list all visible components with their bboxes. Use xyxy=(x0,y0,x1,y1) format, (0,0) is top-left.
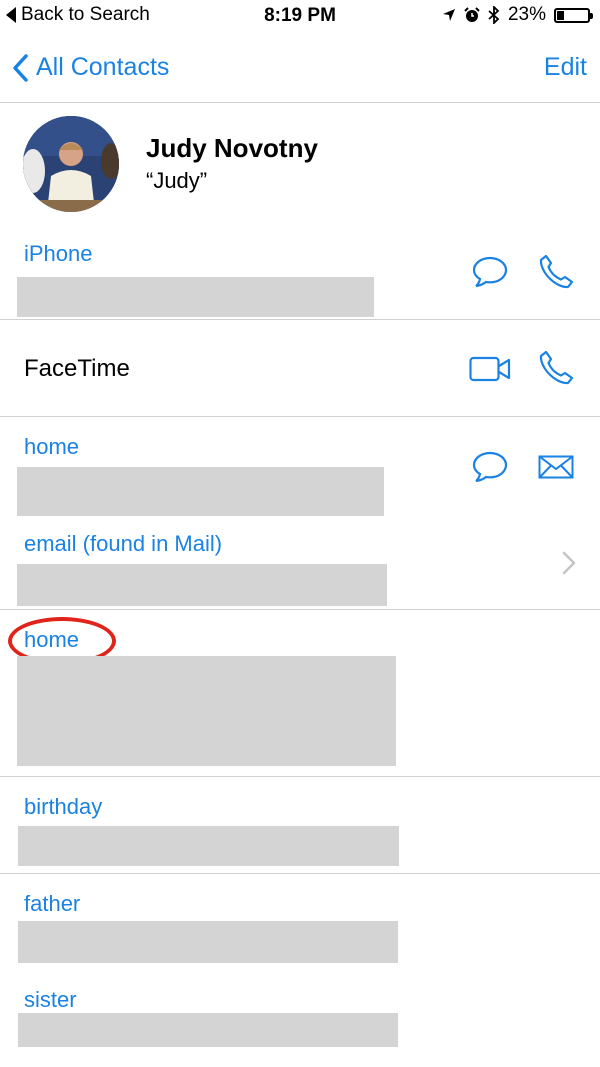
found-email-redacted[interactable] xyxy=(17,564,387,606)
iphone-label: iPhone xyxy=(24,241,93,266)
sister-label: sister xyxy=(24,987,77,1012)
birthday-redacted[interactable] xyxy=(18,826,399,866)
facetime-audio-icon[interactable] xyxy=(538,350,574,386)
battery-percent: 23% xyxy=(507,4,546,25)
separator xyxy=(0,776,600,777)
found-email-label: email (found in Mail) xyxy=(24,531,223,556)
home-address-redacted[interactable] xyxy=(17,656,396,766)
battery-icon xyxy=(554,7,593,23)
contact-name: Judy Novotny xyxy=(146,133,318,163)
video-camera-icon[interactable] xyxy=(469,356,511,382)
home-email-redacted[interactable] xyxy=(17,467,384,516)
chevron-right-icon[interactable] xyxy=(562,551,576,575)
all-contacts-back-button[interactable]: All Contacts xyxy=(12,53,169,82)
message-icon[interactable] xyxy=(472,255,508,289)
status-bar: Back to Search 8:19 PM 23% xyxy=(0,0,600,34)
contact-nickname: “Judy” xyxy=(146,168,208,193)
sister-redacted[interactable] xyxy=(18,1013,398,1047)
message-icon[interactable] xyxy=(472,450,508,484)
facetime-label: FaceTime xyxy=(24,355,130,382)
separator xyxy=(0,609,600,610)
bluetooth-icon xyxy=(488,6,500,24)
father-label: father xyxy=(24,891,81,916)
status-icons: 23% xyxy=(442,4,593,26)
mail-icon[interactable] xyxy=(538,455,574,479)
alarm-icon xyxy=(464,7,480,22)
contact-avatar xyxy=(23,116,119,212)
home-email-label: home xyxy=(24,434,80,459)
birthday-label: birthday xyxy=(24,794,103,819)
edit-button[interactable]: Edit xyxy=(544,53,587,82)
phone-icon[interactable] xyxy=(538,254,574,290)
all-contacts-label: All Contacts xyxy=(36,53,170,81)
separator xyxy=(0,416,600,417)
separator xyxy=(0,319,600,320)
chevron-left-icon xyxy=(13,53,28,82)
navigation-bar: All Contacts Edit xyxy=(0,34,600,103)
father-redacted[interactable] xyxy=(18,921,398,963)
location-arrow-icon xyxy=(442,9,455,21)
phone-number-redacted[interactable] xyxy=(17,277,374,317)
separator xyxy=(0,873,600,874)
